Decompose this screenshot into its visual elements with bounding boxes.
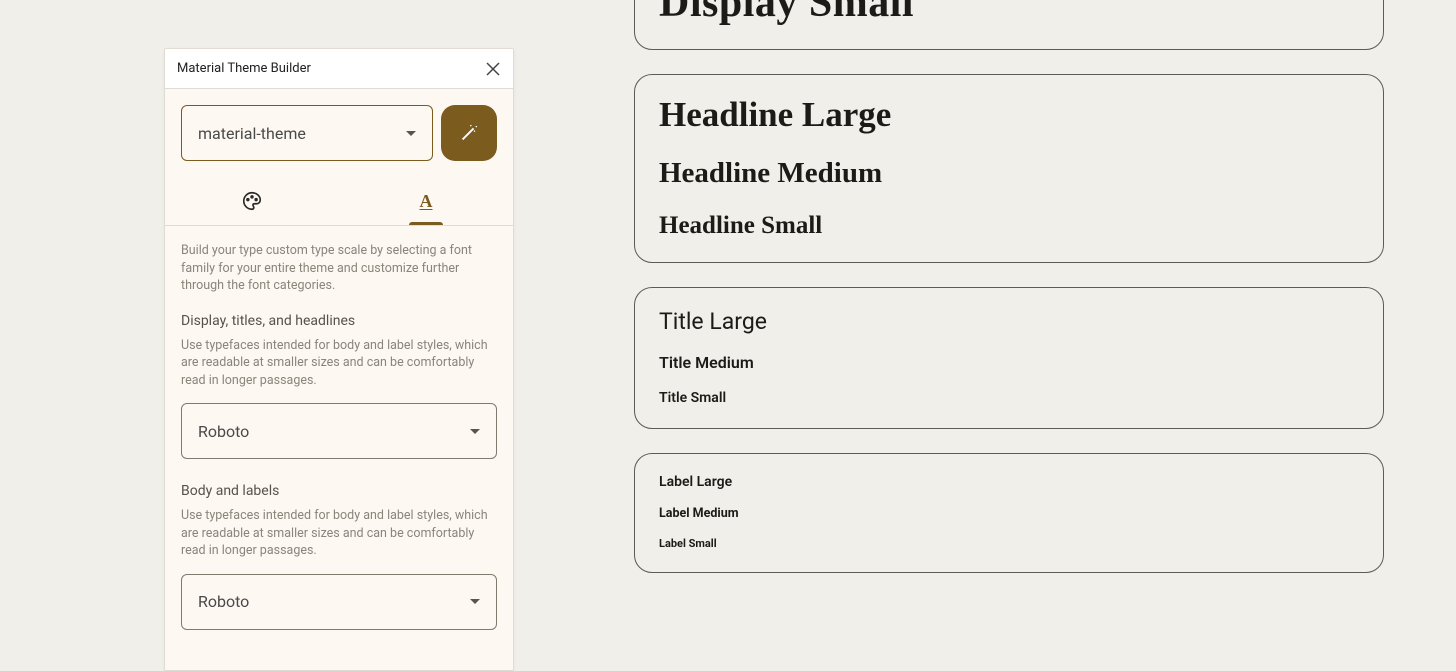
- chevron-down-icon: [470, 599, 480, 604]
- tab-color[interactable]: [165, 177, 339, 225]
- display-small-sample: Display Small: [659, 0, 1359, 27]
- label-small-sample: Label Small: [659, 537, 1359, 550]
- label-large-sample: Label Large: [659, 474, 1359, 490]
- body-font-value: Roboto: [198, 592, 249, 611]
- theme-name-select[interactable]: material-theme: [181, 105, 433, 161]
- panel-body: Build your type custom type scale by sel…: [165, 226, 513, 670]
- section-display-desc: Use typefaces intended for body and labe…: [181, 337, 497, 390]
- display-font-value: Roboto: [198, 422, 249, 441]
- title-small-sample: Title Small: [659, 390, 1359, 406]
- section-display-title: Display, titles, and headlines: [181, 313, 497, 329]
- magic-wand-button[interactable]: [441, 105, 497, 161]
- close-icon[interactable]: [485, 61, 501, 77]
- type-preview: Display Small Headline Large Headline Me…: [634, 0, 1384, 597]
- section-body: Body and labels Use typefaces intended f…: [181, 483, 497, 630]
- headline-large-sample: Headline Large: [659, 95, 1359, 135]
- display-font-select[interactable]: Roboto: [181, 403, 497, 459]
- palette-icon: [241, 190, 263, 212]
- chevron-down-icon: [406, 131, 416, 136]
- theme-builder-panel: Material Theme Builder material-theme: [164, 48, 514, 671]
- display-card: Display Small: [634, 0, 1384, 50]
- panel-top-row: material-theme: [165, 89, 513, 177]
- typography-icon: A: [420, 191, 433, 212]
- section-body-desc: Use typefaces intended for body and labe…: [181, 507, 497, 560]
- title-medium-sample: Title Medium: [659, 353, 1359, 372]
- label-medium-sample: Label Medium: [659, 506, 1359, 521]
- panel-header: Material Theme Builder: [165, 49, 513, 89]
- section-body-title: Body and labels: [181, 483, 497, 499]
- tab-row: A: [165, 177, 513, 226]
- intro-text: Build your type custom type scale by sel…: [181, 242, 497, 295]
- title-card: Title Large Title Medium Title Small: [634, 287, 1384, 429]
- headline-medium-sample: Headline Medium: [659, 157, 1359, 190]
- theme-name-value: material-theme: [198, 124, 306, 143]
- headline-card: Headline Large Headline Medium Headline …: [634, 74, 1384, 263]
- magic-wand-icon: [458, 122, 480, 144]
- label-card: Label Large Label Medium Label Small: [634, 453, 1384, 573]
- title-large-sample: Title Large: [659, 308, 1359, 335]
- tab-typography[interactable]: A: [339, 177, 513, 225]
- body-font-select[interactable]: Roboto: [181, 574, 497, 630]
- panel-title: Material Theme Builder: [177, 61, 311, 76]
- chevron-down-icon: [470, 429, 480, 434]
- section-display: Display, titles, and headlines Use typef…: [181, 313, 497, 460]
- headline-small-sample: Headline Small: [659, 212, 1359, 240]
